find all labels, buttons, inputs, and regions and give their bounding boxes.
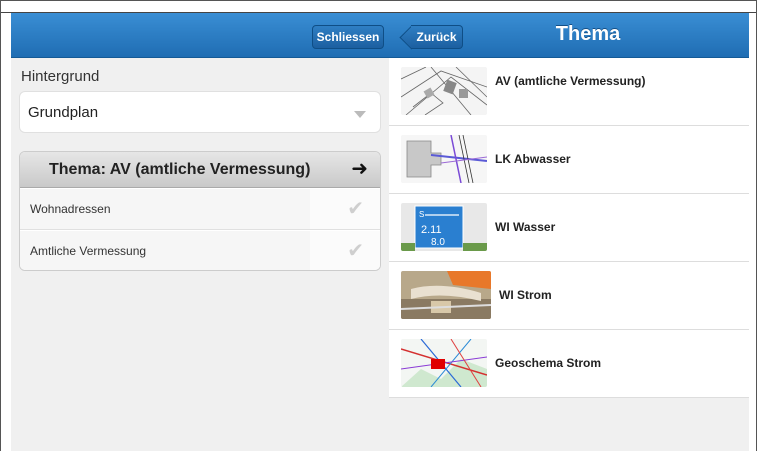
- theme-label: LK Abwasser: [495, 152, 571, 166]
- theme-item-lk-abwasser[interactable]: LK Abwasser: [389, 126, 749, 194]
- wastewater-map-thumbnail: [401, 135, 487, 183]
- checkmark-area: [310, 189, 380, 229]
- theme-group-header[interactable]: Thema: AV (amtliche Vermessung) ➜: [20, 152, 380, 188]
- svg-text:8.0: 8.0: [431, 237, 445, 248]
- theme-item-geoschema-strom[interactable]: Geoschema Strom: [389, 330, 749, 398]
- checkmark-area: [310, 231, 380, 270]
- water-sign-thumbnail: S 2.11 8.0: [401, 203, 487, 251]
- theme-list: AV (amtliche Vermessung) LK Abwasser S 2…: [389, 58, 749, 451]
- close-button[interactable]: Schliessen: [312, 25, 384, 49]
- theme-layer-group: Thema: AV (amtliche Vermessung) ➜ Wohnad…: [19, 151, 381, 271]
- layer-row-wohnadressen[interactable]: Wohnadressen ✔: [20, 189, 380, 230]
- svg-text:S: S: [419, 210, 424, 219]
- top-strip: [1, 1, 756, 13]
- background-select-value: Grundplan: [28, 104, 99, 121]
- theme-item-av[interactable]: AV (amtliche Vermessung): [389, 58, 749, 126]
- theme-label: Geoschema Strom: [495, 356, 602, 370]
- header-bar: Schliessen Zurück Thema: [11, 13, 749, 58]
- app-frame: Schliessen Zurück Thema Hintergrund Grun…: [0, 0, 757, 451]
- layer-label: Wohnadressen: [30, 202, 111, 216]
- layer-label: Amtliche Vermessung: [30, 244, 147, 258]
- left-panel: Hintergrund Grundplan Thema: AV (amtlich…: [11, 58, 389, 451]
- theme-item-wi-wasser[interactable]: S 2.11 8.0 WI Wasser: [389, 194, 749, 262]
- svg-text:2.11: 2.11: [421, 224, 442, 236]
- back-button[interactable]: Zurück: [411, 25, 463, 49]
- arrow-right-icon: ➜: [351, 158, 368, 180]
- checkmark-icon[interactable]: ✔: [347, 199, 364, 219]
- theme-item-wi-strom[interactable]: WI Strom: [389, 262, 749, 330]
- theme-group-title: Thema: AV (amtliche Vermessung): [49, 161, 311, 178]
- background-section-label: Hintergrund: [21, 68, 100, 85]
- theme-label: AV (amtliche Vermessung): [495, 74, 646, 88]
- electricity-photo-thumbnail: [401, 271, 491, 319]
- chevron-down-icon: [354, 111, 366, 118]
- theme-label: WI Wasser: [495, 220, 556, 234]
- layer-row-amtliche-vermessung[interactable]: Amtliche Vermessung ✔: [20, 231, 380, 270]
- checkmark-icon[interactable]: ✔: [347, 241, 364, 261]
- theme-label: WI Strom: [499, 288, 552, 302]
- page-title: Thema: [555, 23, 621, 45]
- power-network-map-thumbnail: [401, 339, 487, 387]
- background-select[interactable]: Grundplan: [19, 91, 381, 133]
- cadastral-map-thumbnail: [401, 67, 487, 115]
